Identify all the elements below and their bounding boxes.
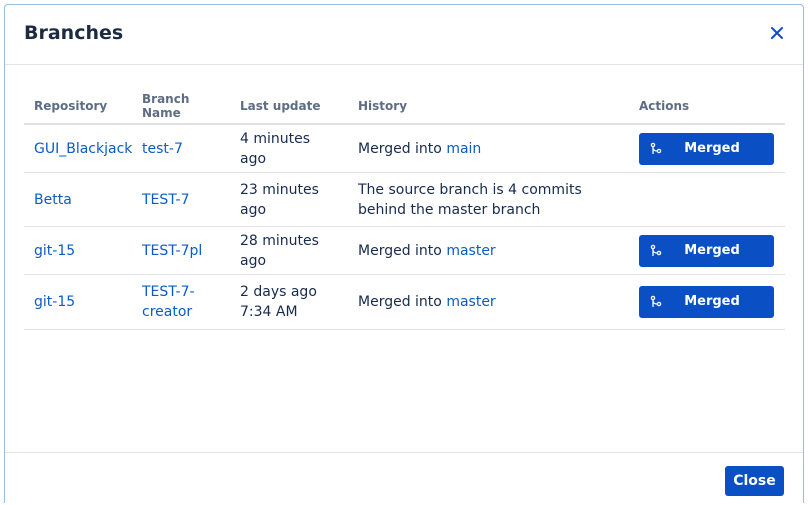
table-header-row: Repository Branch Name Last update Histo… [24,89,785,125]
history-cell: The source branch is 4 commits behind th… [348,172,629,227]
column-header-repository: Repository [24,89,132,125]
branch-link[interactable]: test-7 [142,141,183,157]
merged-button[interactable]: Merged [639,234,774,267]
history-text: Merged into [358,140,447,157]
close-icon[interactable] [769,25,785,41]
repository-link[interactable]: git-15 [34,243,75,259]
table-row: git-15 TEST-7pl 28 minutes ago Merged in… [24,226,785,275]
merged-button-label: Merged [684,140,740,156]
history-target-link[interactable]: master [446,294,495,310]
branch-link[interactable]: TEST-7 [142,192,190,208]
table-row: git-15 TEST-7-creator 2 days ago 7:34 AM… [24,274,785,330]
history-cell: Merged into master [348,274,629,330]
table-row: Betta TEST-7 23 minutes ago The source b… [24,172,785,227]
repository-link[interactable]: git-15 [34,294,75,310]
history-target-link[interactable]: master [446,243,495,259]
dialog-title: Branches [24,22,124,44]
column-header-branch-name: Branch Name [132,89,230,125]
column-header-last-update: Last update [230,89,348,125]
last-update: 23 minutes ago [230,172,348,227]
dialog-header: Branches [5,5,803,65]
branches-table: Repository Branch Name Last update Histo… [24,89,785,330]
column-header-actions: Actions [629,89,785,125]
merged-button-label: Merged [684,294,740,309]
last-update: 28 minutes ago [230,226,348,275]
history-target-link[interactable]: main [446,141,481,157]
actions-cell-empty [629,172,785,227]
close-button[interactable]: Close [725,466,784,496]
merge-icon [650,142,662,154]
history-cell: Merged into master [348,226,629,275]
merged-button-label: Merged [684,242,740,258]
history-text: Merged into [358,294,447,310]
history-cell: Merged into main [348,124,629,173]
branch-link[interactable]: TEST-7pl [142,243,202,259]
table-row: GUI_Blackjack test-7 4 minutes ago Merge… [24,124,785,173]
merged-button[interactable]: Merged [639,286,774,318]
column-header-history: History [348,89,629,125]
last-update: 4 minutes ago [230,124,348,173]
repository-link[interactable]: GUI_Blackjack [34,141,132,157]
repository-link[interactable]: Betta [34,192,72,208]
merged-button[interactable]: Merged [639,132,774,165]
merge-icon [650,295,662,307]
history-text: Merged into [358,242,447,259]
branches-dialog: Branches Repository Branch Name Last upd… [4,4,804,503]
last-update: 2 days ago 7:34 AM [230,274,348,330]
merge-icon [650,244,662,256]
branch-link[interactable]: TEST-7-creator [142,284,195,320]
dialog-footer: Close [5,452,803,505]
history-text: The source branch is 4 commits behind th… [358,181,582,218]
